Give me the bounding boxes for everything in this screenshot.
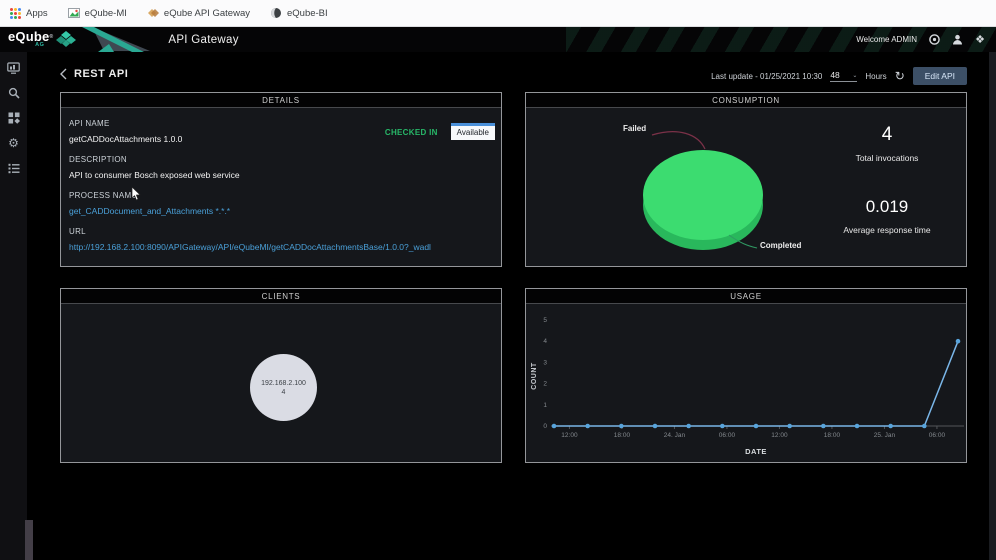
field-process-name: PROCESS NAME get_CADDocument_and_Attachm… [69, 191, 493, 216]
bookmark-label: eQube API Gateway [164, 8, 250, 19]
clients-panel-title: CLIENTS [262, 292, 301, 301]
svg-text:06:00: 06:00 [719, 432, 736, 439]
svg-text:18:00: 18:00 [614, 432, 631, 439]
left-sidebar: ⚙ [0, 52, 27, 560]
url-link[interactable]: http://192.168.2.100:8090/APIGateway/API… [69, 242, 493, 252]
bookmark-label: eQube-BI [287, 8, 328, 19]
svg-text:24. Jan: 24. Jan [664, 432, 686, 439]
apps-grid-icon[interactable] [7, 111, 21, 125]
globe-favicon-icon [270, 7, 282, 19]
bookmark-equbemi[interactable]: eQube-MI [68, 7, 127, 19]
list-icon[interactable] [7, 161, 21, 175]
avg-response-value: 0.019 [812, 196, 962, 217]
last-update-text: Last update - 01/25/2021 10:30 [711, 72, 822, 81]
client-ip: 192.168.2.100 [261, 380, 306, 387]
usage-ylabel: COUNT [531, 362, 538, 390]
welcome-text: Welcome ADMIN [856, 35, 917, 44]
apps-diamond-icon[interactable]: ❖ [974, 34, 986, 46]
svg-text:3: 3 [543, 359, 547, 366]
help-icon[interactable] [928, 34, 940, 46]
svg-text:2: 2 [543, 381, 547, 388]
hours-input[interactable] [830, 70, 852, 80]
main-content: REST API Last update - 01/25/2021 10:30 … [27, 52, 996, 560]
total-invocations-label: Total invocations [812, 153, 962, 163]
gateway-favicon-icon [147, 7, 159, 19]
pie-label-failed: Failed [623, 124, 646, 133]
usage-panel: USAGE DATE COUNT 12:00 18:00 24. Jan 06:00 1… [525, 288, 967, 463]
user-icon[interactable] [951, 34, 963, 46]
svg-text:5: 5 [543, 317, 547, 324]
svg-text:18:00: 18:00 [824, 432, 841, 439]
svg-text:4: 4 [543, 338, 547, 345]
hours-label: Hours [865, 72, 886, 81]
eqube-logo: eQube® AG [8, 31, 53, 48]
vertical-scrollbar[interactable] [989, 52, 996, 560]
chevron-down-icon: ⌄ [852, 72, 857, 79]
page-title: REST API [74, 68, 128, 80]
usage-xlabel: DATE [745, 447, 767, 456]
back-chevron-icon[interactable] [60, 68, 67, 80]
edit-api-button[interactable]: Edit API [913, 67, 967, 85]
bookmark-label: eQube-MI [85, 8, 127, 19]
refresh-icon[interactable]: ↻ [895, 71, 905, 81]
consumption-panel: CONSUMPTION Failed Completed 4 Total inv… [525, 92, 967, 267]
details-panel: DETAILS API NAME getCADDocAttachments 1.… [60, 92, 502, 267]
bookmark-equbebi[interactable]: eQube-BI [270, 7, 328, 19]
consumption-panel-title: CONSUMPTION [712, 96, 780, 105]
pie-label-completed: Completed [760, 241, 801, 250]
search-icon[interactable] [7, 86, 21, 100]
apps-button[interactable]: Apps [10, 8, 48, 19]
details-panel-title: DETAILS [262, 96, 300, 105]
apps-grid-icon [10, 8, 21, 19]
app-title: API Gateway [168, 34, 238, 46]
usage-panel-title: USAGE [730, 292, 762, 301]
total-invocations-value: 4 [812, 124, 962, 145]
settings-gear-icon[interactable]: ⚙ [7, 136, 21, 150]
svg-text:12:00: 12:00 [561, 432, 578, 439]
bookmark-eqube-api-gateway[interactable]: eQube API Gateway [147, 7, 250, 19]
svg-text:06:00: 06:00 [929, 432, 946, 439]
client-count: 4 [282, 389, 286, 396]
svg-text:12:00: 12:00 [771, 432, 788, 439]
svg-text:1: 1 [543, 402, 547, 409]
sidebar-scrollbar-thumb[interactable] [25, 520, 33, 560]
field-description: DESCRIPTION API to consumer Bosch expose… [69, 155, 493, 180]
available-tab[interactable]: Available [451, 123, 495, 140]
header-swoosh-decoration [82, 27, 152, 52]
client-bubble[interactable]: 192.168.2.100 4 [250, 354, 317, 421]
svg-text:25. Jan: 25. Jan [874, 432, 896, 439]
equbemi-favicon-icon [68, 7, 80, 19]
checked-in-badge: CHECKED IN [385, 128, 438, 140]
hours-select[interactable]: ⌄ [830, 70, 857, 82]
usage-line-chart: DATE COUNT 12:00 18:00 24. Jan 06:00 12:00 18… [526, 304, 966, 462]
avg-response-label: Average response time [812, 225, 962, 235]
logo-gem-icon [56, 31, 76, 48]
app-header: eQube® AG API Gateway Welcome ADMIN ❖ [0, 27, 996, 52]
svg-text:0: 0 [543, 423, 547, 430]
logo-ag-subscript: AG [35, 42, 44, 48]
field-url: URL http://192.168.2.100:8090/APIGateway… [69, 227, 493, 252]
browser-bookmarks-bar: Apps eQube-MI eQube API Gateway eQube-BI [0, 0, 996, 27]
clients-panel: CLIENTS 192.168.2.100 4 [60, 288, 502, 463]
apps-label: Apps [26, 8, 48, 19]
total-invocations-stat: 4 Total invocations [812, 124, 962, 163]
avg-response-stat: 0.019 Average response time [812, 196, 962, 235]
process-name-link[interactable]: get_CADDocument_and_Attachments *.*.* [69, 206, 493, 216]
dashboard-icon[interactable] [7, 61, 21, 75]
